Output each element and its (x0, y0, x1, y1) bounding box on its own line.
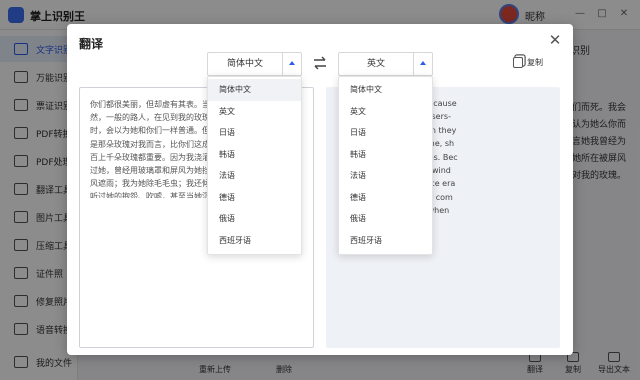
language-option[interactable]: 西班牙语 (339, 230, 432, 252)
language-option[interactable]: 德语 (208, 187, 301, 209)
copy-icon (513, 57, 523, 68)
language-option[interactable]: 俄语 (339, 208, 432, 230)
source-language-dropdown: 简体中文 英文 日语 韩语 法语 德语 俄语 西班牙语 (207, 76, 302, 255)
language-option[interactable]: 韩语 (208, 144, 301, 166)
language-option[interactable]: 韩语 (339, 144, 432, 166)
language-option[interactable]: 法语 (208, 165, 301, 187)
language-option[interactable]: 日语 (208, 122, 301, 144)
source-language-toggle[interactable] (282, 53, 301, 75)
language-option[interactable]: 简体中文 (208, 79, 301, 101)
language-option[interactable]: 俄语 (208, 208, 301, 230)
chevron-up-icon (420, 61, 426, 65)
chevron-up-icon (289, 61, 295, 65)
language-option[interactable]: 德语 (339, 187, 432, 209)
swap-icon[interactable] (312, 56, 328, 70)
target-language-select[interactable]: 英文 (338, 52, 433, 76)
source-language-select[interactable]: 简体中文 (207, 52, 302, 76)
language-option[interactable]: 英文 (208, 101, 301, 123)
target-language-value: 英文 (366, 59, 385, 69)
close-icon[interactable]: ✕ (547, 32, 563, 48)
language-option[interactable]: 简体中文 (339, 79, 432, 101)
copy-label: 复制 (527, 58, 543, 67)
language-option[interactable]: 法语 (339, 165, 432, 187)
dialog-title: 翻译 (79, 37, 104, 51)
translate-dialog: 翻译 ✕ 简体中文 英文 复制 你们都很美丽，但却虚有其表。当然，一般的路人，在… (67, 24, 573, 355)
language-option[interactable]: 英文 (339, 101, 432, 123)
target-language-toggle[interactable] (413, 53, 432, 75)
language-option[interactable]: 西班牙语 (208, 230, 301, 252)
copy-translation-button[interactable]: 复制 (513, 57, 543, 68)
source-text: 你们都很美丽，但却虚有其表。当然，一般的路人，在见到我的玫瑰时，会以为她和你们一… (90, 100, 210, 198)
source-language-value: 简体中文 (226, 59, 263, 69)
language-option[interactable]: 日语 (339, 122, 432, 144)
target-language-dropdown: 简体中文 英文 日语 韩语 法语 德语 俄语 西班牙语 (338, 76, 433, 255)
